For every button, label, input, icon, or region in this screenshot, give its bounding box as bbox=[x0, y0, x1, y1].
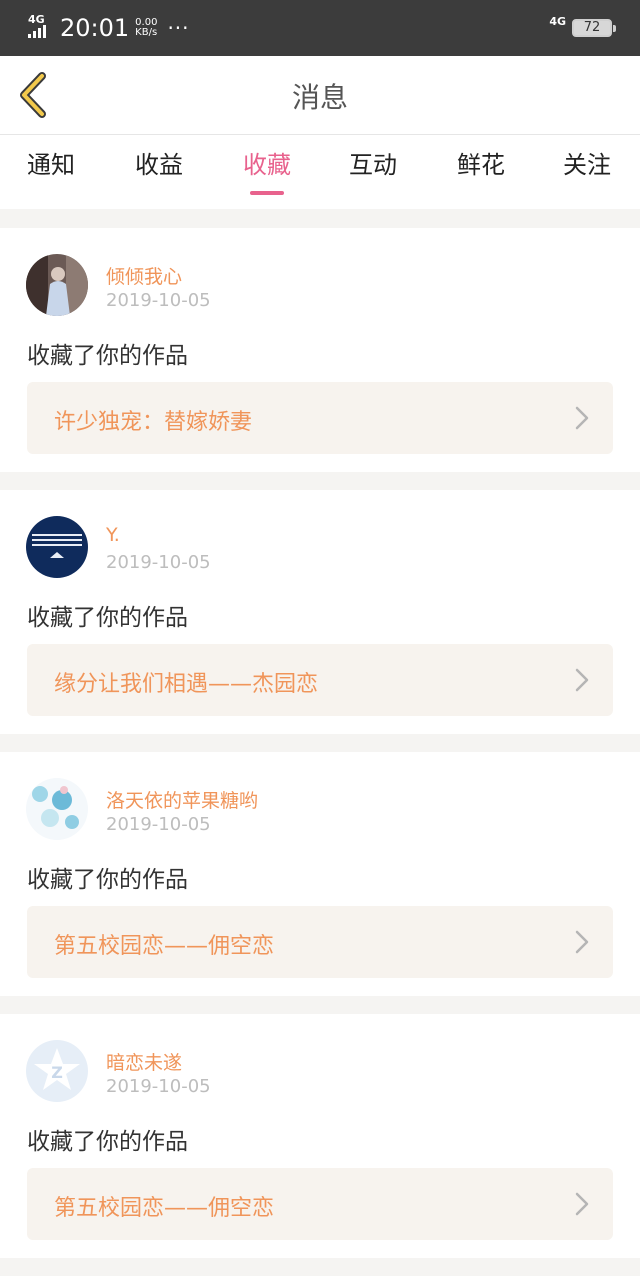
tab-favorites-label: 收藏 bbox=[243, 151, 291, 179]
network-type: 4G bbox=[28, 13, 45, 26]
battery-icon: 72 bbox=[572, 19, 616, 37]
network-speed: 0.00 KB/s bbox=[135, 17, 158, 38]
message-text: 收藏了你的作品 bbox=[27, 343, 188, 369]
chevron-right-icon bbox=[575, 930, 589, 954]
more-icon: ··· bbox=[167, 16, 190, 40]
clock: 20:01 bbox=[60, 14, 130, 42]
tab-favorites[interactable]: 收藏 bbox=[222, 145, 312, 195]
tab-bar: 通知 收益 收藏 互动 鲜花 关注 bbox=[0, 135, 640, 209]
signal-icon: 4G bbox=[28, 14, 56, 42]
chevron-right-icon bbox=[575, 406, 589, 430]
username[interactable]: Y. bbox=[106, 524, 120, 546]
work-link[interactable]: 缘分让我们相遇——杰园恋 bbox=[27, 644, 613, 716]
tab-active-indicator bbox=[250, 191, 284, 195]
work-title: 缘分让我们相遇——杰园恋 bbox=[54, 672, 319, 697]
tab-earnings[interactable]: 收益 bbox=[114, 145, 204, 185]
avatar[interactable]: Z bbox=[26, 1040, 88, 1102]
chevron-right-icon bbox=[575, 668, 589, 692]
work-link[interactable]: 第五校园恋——佣空恋 bbox=[27, 1168, 613, 1240]
work-title: 第五校园恋——佣空恋 bbox=[54, 1196, 275, 1221]
message-card: 倾倾我心 2019-10-05 收藏了你的作品 许少独宠：替嫁娇妻 bbox=[0, 228, 640, 472]
work-title: 第五校园恋——佣空恋 bbox=[54, 934, 275, 959]
message-text: 收藏了你的作品 bbox=[27, 1129, 188, 1155]
work-title: 许少独宠：替嫁娇妻 bbox=[54, 410, 253, 435]
avatar[interactable] bbox=[26, 778, 88, 840]
message-text: 收藏了你的作品 bbox=[27, 605, 188, 631]
chevron-right-icon bbox=[575, 1192, 589, 1216]
tab-flowers[interactable]: 鲜花 bbox=[436, 145, 526, 185]
tab-follows[interactable]: 关注 bbox=[542, 145, 632, 185]
status-bar: 4G 20:01 0.00 KB/s ··· 4G 72 bbox=[0, 0, 640, 56]
tab-interactions[interactable]: 互动 bbox=[328, 145, 418, 185]
avatar[interactable] bbox=[26, 516, 88, 578]
message-card: Z 暗恋未遂 2019-10-05 收藏了你的作品 第五校园恋——佣空恋 bbox=[0, 1014, 640, 1258]
message-date: 2019-10-05 bbox=[106, 552, 211, 573]
message-date: 2019-10-05 bbox=[106, 1076, 211, 1097]
avatar[interactable] bbox=[26, 254, 88, 316]
page-title: 消息 bbox=[291, 81, 348, 114]
username[interactable]: 倾倾我心 bbox=[106, 262, 182, 289]
message-text: 收藏了你的作品 bbox=[27, 867, 188, 893]
tab-notifications[interactable]: 通知 bbox=[6, 145, 96, 185]
message-card: 洛天依的苹果糖哟 2019-10-05 收藏了你的作品 第五校园恋——佣空恋 bbox=[0, 752, 640, 996]
svg-text:Z: Z bbox=[51, 1063, 63, 1082]
message-card: Y. 2019-10-05 收藏了你的作品 缘分让我们相遇——杰园恋 bbox=[0, 490, 640, 734]
username[interactable]: 洛天依的苹果糖哟 bbox=[106, 786, 258, 813]
nav-bar: 消息 bbox=[0, 56, 640, 135]
battery-level: 72 bbox=[583, 20, 601, 35]
message-date: 2019-10-05 bbox=[106, 290, 211, 311]
network-type-right: 4G bbox=[549, 15, 566, 28]
work-link[interactable]: 第五校园恋——佣空恋 bbox=[27, 906, 613, 978]
work-link[interactable]: 许少独宠：替嫁娇妻 bbox=[27, 382, 613, 454]
message-date: 2019-10-05 bbox=[106, 814, 211, 835]
username[interactable]: 暗恋未遂 bbox=[106, 1048, 182, 1075]
